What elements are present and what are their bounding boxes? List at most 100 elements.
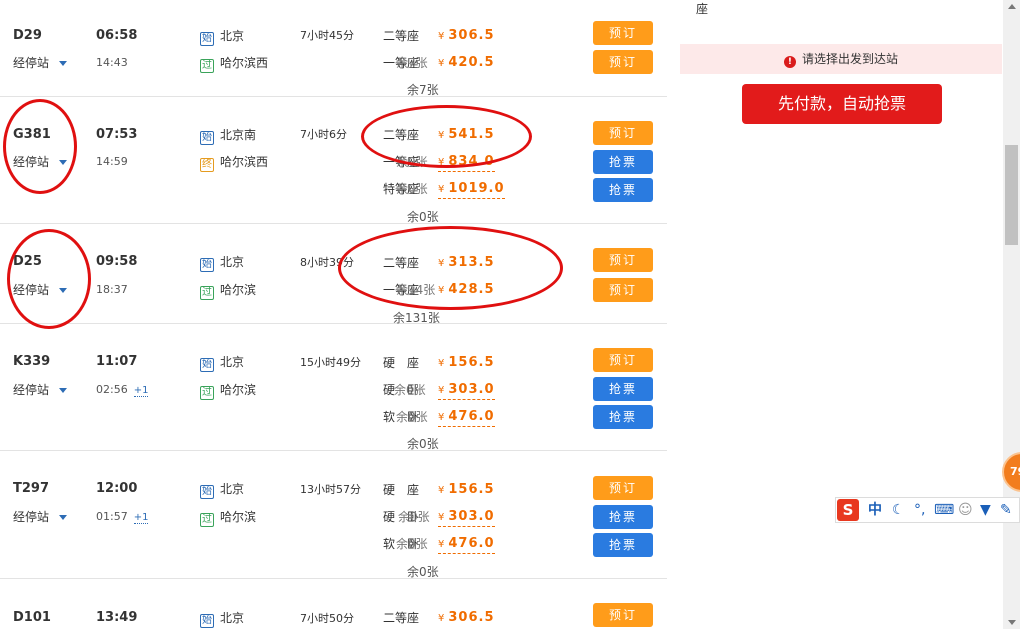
warning-text: 请选择出发到达站 (801, 52, 898, 66)
vertical-scrollbar[interactable] (1003, 0, 1020, 629)
book-button[interactable]: 预订 (593, 50, 653, 74)
stops-dropdown[interactable]: 经停站 (13, 509, 68, 525)
wrench-icon[interactable]: ✎ (1000, 501, 1012, 519)
arrive-time: 02:56 +1 (96, 383, 149, 397)
stops-dropdown[interactable]: 经停站 (13, 154, 68, 170)
scroll-up-icon[interactable] (1008, 4, 1016, 9)
duration: 7小时6分 (300, 128, 347, 141)
train-number[interactable]: T297 (13, 481, 49, 497)
depart-time: 09:58 (96, 254, 138, 269)
skin-icon[interactable]: ▼ (980, 501, 991, 519)
seat-price: ¥303.0 (438, 382, 495, 400)
seat-remaining-overlap: 余0张 (396, 537, 428, 551)
user-icon[interactable]: ☺ (958, 501, 973, 519)
start-tag-icon: 始 (200, 358, 214, 372)
scroll-down-icon[interactable] (1008, 620, 1016, 625)
seat-class: 二等座 (383, 128, 420, 142)
pay-first-auto-grab-button[interactable]: 先付款，自动抢票 (742, 84, 942, 124)
train-row: G381 经停站 07:53 14:59 始北京南 终哈尔滨西 7小时6分 二等… (0, 97, 667, 224)
train-number[interactable]: D29 (13, 28, 42, 44)
grab-ticket-button[interactable]: 抢票 (593, 178, 653, 202)
seat-remaining-overlap: 余0张 (394, 383, 426, 397)
seat-price: ¥428.5 (438, 282, 495, 297)
book-button[interactable]: 预订 (593, 248, 653, 272)
seat-price: ¥476.0 (438, 409, 495, 427)
chinese-mode-toggle[interactable]: 中 (868, 501, 882, 519)
train-row: D29 经停站 06:58 14:43 始北京 过哈尔滨西 7小时45分 二等座… (0, 0, 667, 97)
train-row: D101 13:49 始北京 7小时50分 二等座 ¥306.5 预订 (0, 579, 667, 629)
moon-icon[interactable]: ☾ (892, 501, 905, 519)
pass-tag-icon: 过 (200, 286, 214, 300)
order-panel: 座 ! 请选择出发到达站 先付款，自动抢票 (680, 0, 1002, 629)
train-number[interactable]: K339 (13, 354, 50, 370)
seat-price: ¥156.5 (438, 482, 495, 497)
from-station: 始北京 (200, 482, 245, 499)
train-number[interactable]: G381 (13, 127, 51, 143)
remaining-count: 余0张 (407, 565, 439, 579)
book-button[interactable]: 预订 (593, 603, 653, 627)
chevron-down-icon (59, 388, 68, 393)
remaining-count: 余0张 (407, 437, 439, 451)
duration: 15小时49分 (300, 356, 361, 369)
warning-bar: ! 请选择出发到达站 (680, 44, 1002, 74)
book-button[interactable]: 预订 (593, 348, 653, 372)
next-day-link[interactable]: +1 (133, 385, 149, 397)
depart-time: 13:49 (96, 610, 138, 625)
seat-class: 二等座 (383, 256, 420, 270)
grab-ticket-button[interactable]: 抢票 (593, 150, 653, 174)
book-button[interactable]: 预订 (593, 121, 653, 145)
seat-remaining-overlap: 余7张 (396, 56, 428, 70)
chevron-down-icon (59, 61, 68, 66)
seat-price: ¥1019.0 (438, 181, 505, 199)
punctuation-icon[interactable]: °, (914, 501, 925, 519)
seat-class: 二等座 (383, 29, 420, 43)
chevron-down-icon (59, 160, 68, 165)
depart-time: 12:00 (96, 481, 138, 496)
book-button[interactable]: 预订 (593, 21, 653, 45)
scroll-thumb[interactable] (1005, 145, 1018, 245)
pass-tag-icon: 过 (200, 513, 214, 527)
train-row: T297 经停站 12:00 01:57 +1 始北京 过哈尔滨 13小时57分 … (0, 451, 667, 579)
to-station: 过哈尔滨西 (200, 56, 269, 73)
remaining-count: 余0张 (407, 210, 439, 224)
grab-ticket-button[interactable]: 抢票 (593, 405, 653, 429)
depart-time: 06:58 (96, 28, 138, 43)
from-station: 始北京 (200, 355, 245, 372)
book-button[interactable]: 预订 (593, 278, 653, 302)
stops-dropdown[interactable]: 经停站 (13, 282, 68, 298)
seat-class: 硬 座 (383, 356, 420, 370)
seat-price: ¥306.5 (438, 28, 495, 43)
arrive-time: 01:57 +1 (96, 510, 149, 524)
duration: 7小时45分 (300, 29, 354, 42)
sogou-logo-icon[interactable]: S (837, 499, 859, 521)
to-station: 终哈尔滨西 (200, 155, 269, 172)
seat-price: ¥541.5 (438, 127, 495, 142)
keyboard-icon[interactable]: ⌨ (934, 501, 954, 519)
grab-ticket-button[interactable]: 抢票 (593, 533, 653, 557)
depart-time: 07:53 (96, 127, 138, 142)
seat-price: ¥156.5 (438, 355, 495, 370)
train-number[interactable]: D25 (13, 254, 42, 270)
from-station: 始北京 (200, 29, 245, 46)
seat-price: ¥303.0 (438, 509, 495, 527)
train-row: D25 经停站 09:58 18:37 始北京 过哈尔滨 8小时39分 二等座 … (0, 224, 667, 325)
ime-toolbar[interactable]: S 中 ☾ °, ⌨ ☺ ▼ ✎ (835, 497, 1020, 523)
seat-class: 二等座 (383, 611, 420, 625)
to-station: 过哈尔滨 (200, 383, 257, 400)
start-tag-icon: 始 (200, 32, 214, 46)
book-button[interactable]: 预订 (593, 476, 653, 500)
end-tag-icon: 终 (200, 158, 214, 172)
stops-dropdown[interactable]: 经停站 (13, 55, 68, 71)
seat-price: ¥420.5 (438, 55, 495, 70)
stops-dropdown[interactable]: 经停站 (13, 382, 68, 398)
arrive-time: 18:37 (96, 283, 128, 296)
train-number[interactable]: D101 (13, 610, 51, 626)
booking-page: D29 经停站 06:58 14:43 始北京 过哈尔滨西 7小时45分 二等座… (0, 0, 1020, 629)
chevron-down-icon (59, 515, 68, 520)
start-tag-icon: 始 (200, 485, 214, 499)
grab-ticket-button[interactable]: 抢票 (593, 377, 653, 401)
pass-tag-icon: 过 (200, 59, 214, 73)
grab-ticket-button[interactable]: 抢票 (593, 505, 653, 529)
duration: 13小时57分 (300, 483, 361, 496)
next-day-link[interactable]: +1 (133, 512, 149, 524)
